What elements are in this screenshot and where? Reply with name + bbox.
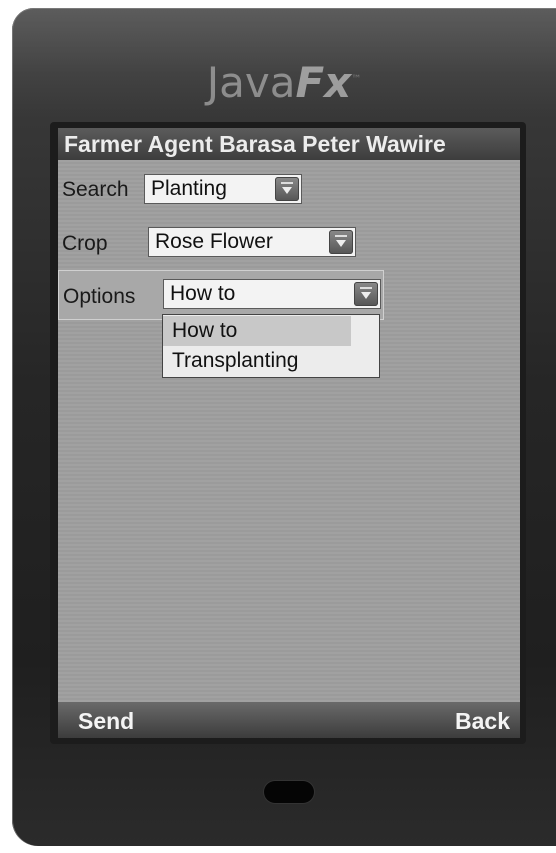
crop-select[interactable]: Rose Flower [148, 227, 356, 257]
javafx-logo: JavaFx™ [12, 58, 556, 107]
logo-java-text: Java [206, 58, 296, 107]
dropdown-item-how-to[interactable]: How to [163, 316, 351, 346]
options-label: Options [63, 285, 136, 308]
crop-select-value: Rose Flower [155, 230, 273, 253]
chevron-down-icon[interactable] [329, 230, 353, 254]
search-label: Search [62, 178, 129, 201]
options-row: Options How to [58, 270, 384, 320]
crop-label: Crop [62, 232, 108, 255]
home-button[interactable] [264, 781, 314, 803]
softkey-bar: Send Back [58, 702, 520, 738]
chevron-down-icon[interactable] [354, 282, 378, 306]
options-select[interactable]: How to [163, 279, 381, 309]
app-title-bar: Farmer Agent Barasa Peter Wawire [58, 128, 520, 160]
logo-fx-text: Fx [295, 58, 352, 107]
search-select[interactable]: Planting [144, 174, 302, 204]
options-select-value: How to [170, 282, 236, 305]
chevron-down-icon[interactable] [275, 177, 299, 201]
send-button[interactable]: Send [78, 702, 134, 740]
form-area: Search Planting Crop Rose Flower Options… [58, 160, 520, 702]
trademark-mark: ™ [351, 74, 362, 85]
dropdown-item-transplanting[interactable]: Transplanting [163, 346, 379, 376]
back-button[interactable]: Back [455, 702, 510, 740]
app-title: Farmer Agent Barasa Peter Wawire [64, 131, 446, 157]
search-select-value: Planting [151, 177, 227, 200]
options-dropdown-list: How to Transplanting [162, 314, 380, 378]
